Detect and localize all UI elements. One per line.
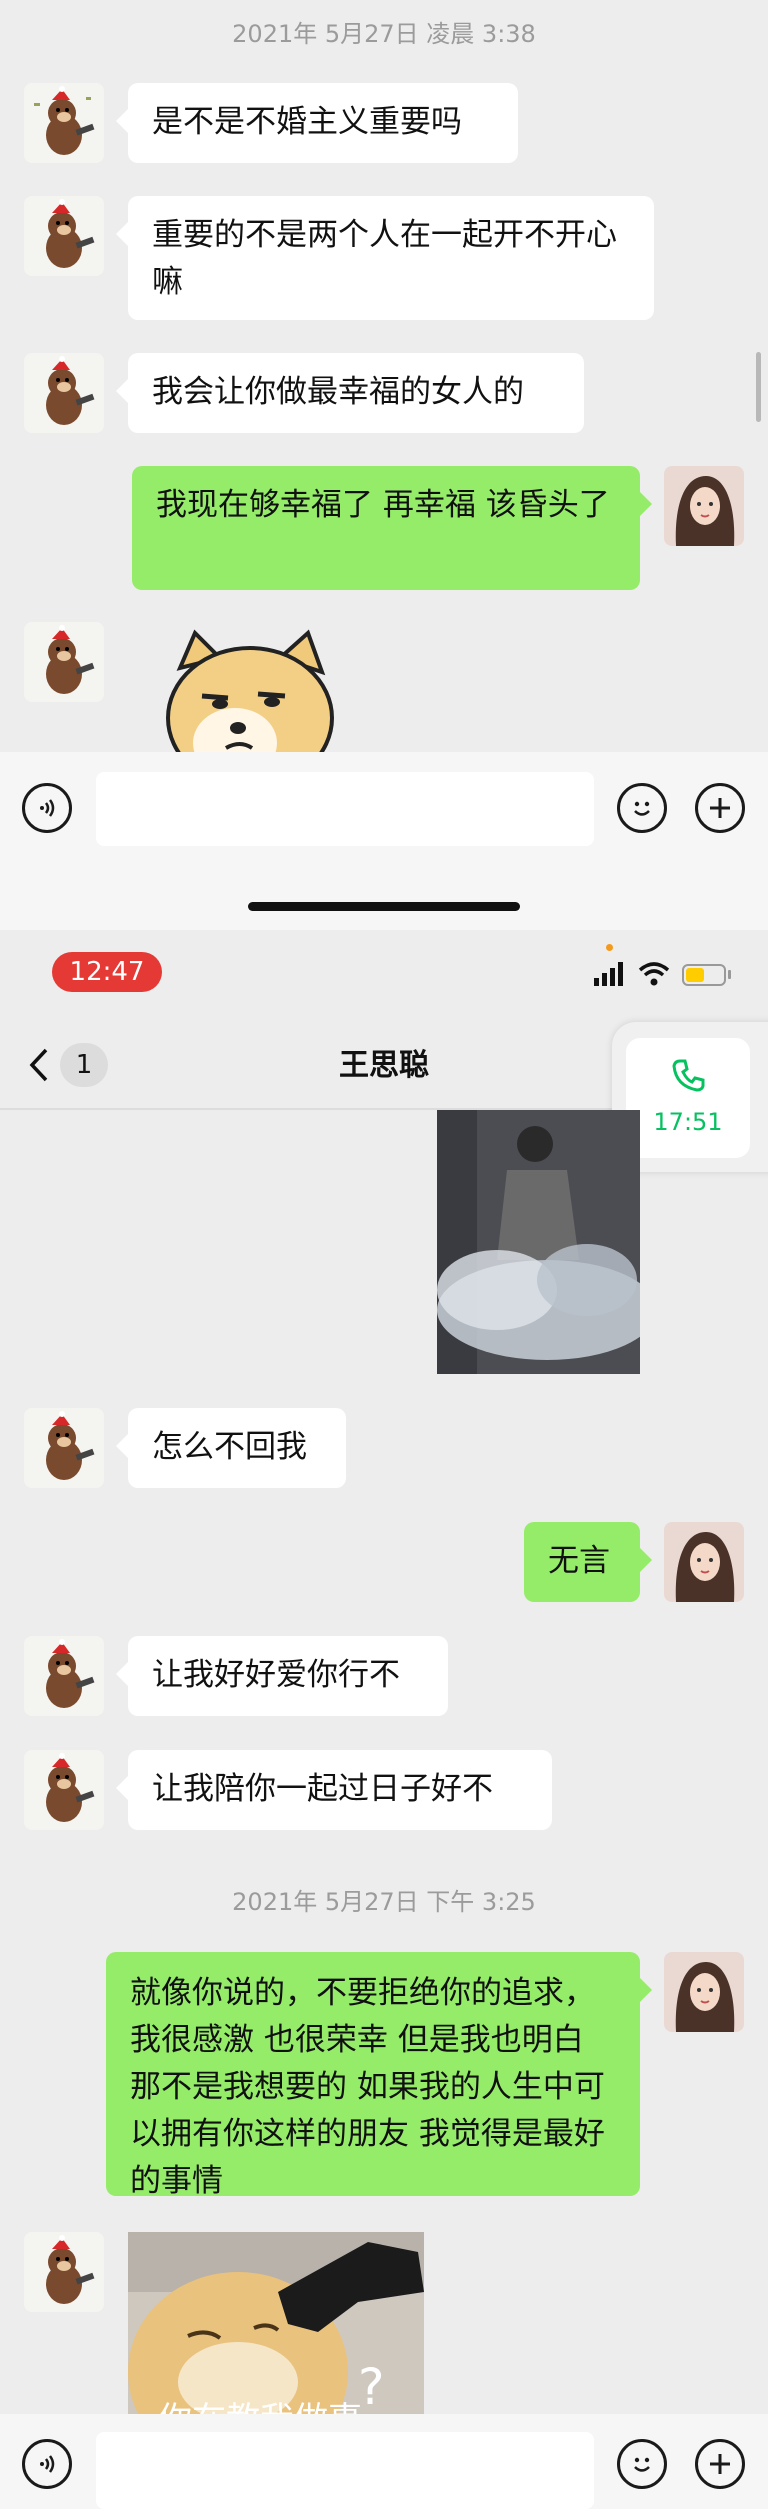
contact-avatar[interactable]: [24, 196, 104, 276]
call-duration: 17:51: [653, 1108, 723, 1136]
contact-avatar[interactable]: [24, 1750, 104, 1830]
message-input[interactable]: [96, 772, 594, 846]
more-button[interactable]: [695, 783, 745, 833]
user-avatar[interactable]: [664, 1522, 744, 1602]
girl-avatar-icon: [664, 1952, 744, 2032]
battery-icon: [682, 964, 726, 986]
timestamp: 2021年 5月27日 下午 3:25: [232, 1888, 536, 1916]
message-bubble-outgoing[interactable]: 就像你说的，不要拒绝你的追求，我很感激 也很荣幸 但是我也明白 那不是我想要的 …: [106, 1952, 652, 2199]
voice-icon: [40, 2455, 55, 2473]
plus-icon: [710, 2454, 730, 2474]
sticker-caption: 你在教我做事: [158, 2392, 362, 2414]
plus-icon: [710, 798, 730, 818]
voice-icon: [40, 799, 55, 817]
contact-avatar[interactable]: [24, 353, 104, 433]
bear-avatar-icon: [24, 196, 104, 276]
input-bar: [0, 752, 768, 930]
home-indicator: [248, 902, 520, 911]
cat-with-gun-icon: ?: [128, 2232, 424, 2414]
message-bubble-outgoing[interactable]: 我现在够幸福了 再幸福 该昏头了: [132, 466, 652, 590]
contact-avatar[interactable]: [24, 83, 104, 163]
contact-avatar[interactable]: [24, 1636, 104, 1716]
smile-icon: [634, 801, 650, 816]
emoji-button[interactable]: [617, 2439, 667, 2489]
bear-avatar-icon: [24, 83, 104, 163]
input-bar: [0, 2414, 768, 2509]
video-message[interactable]: [437, 1110, 640, 1374]
back-chevron-icon[interactable]: [26, 1047, 50, 1083]
bear-avatar-icon: [24, 1750, 104, 1830]
contact-avatar[interactable]: [24, 2232, 104, 2312]
bear-avatar-icon: [24, 2232, 104, 2312]
status-time: 12:47: [52, 952, 162, 992]
scrollbar[interactable]: [756, 352, 761, 422]
bear-avatar-icon: [24, 622, 104, 702]
signal-icon: [594, 962, 623, 986]
girl-avatar-icon: [664, 1522, 744, 1602]
video-thumbnail-icon: [437, 1110, 640, 1374]
contact-avatar[interactable]: [24, 622, 104, 702]
unread-badge[interactable]: 1: [60, 1043, 108, 1087]
user-avatar[interactable]: [664, 1952, 744, 2032]
bear-avatar-icon: [24, 1408, 104, 1488]
user-avatar[interactable]: [664, 466, 744, 546]
girl-avatar-icon: [664, 466, 744, 546]
phone-icon: [672, 1059, 705, 1092]
message-bubble-outgoing[interactable]: 无言: [524, 1522, 652, 1602]
message-bubble-incoming[interactable]: 怎么不回我: [116, 1408, 346, 1488]
cat-meme-sticker[interactable]: ? 你在教我做事: [128, 2232, 424, 2414]
contact-avatar[interactable]: [24, 1408, 104, 1488]
bear-avatar-icon: [24, 1636, 104, 1716]
more-button[interactable]: [695, 2439, 745, 2489]
voice-button[interactable]: [22, 2439, 72, 2489]
smile-icon: [634, 2457, 650, 2472]
shiba-dog-icon: [166, 629, 334, 752]
message-bubble-incoming[interactable]: 重要的不是两个人在一起开不开心嘛: [116, 196, 654, 320]
emoji-button[interactable]: [617, 783, 667, 833]
message-bubble-incoming[interactable]: 是不是不婚主义重要吗: [116, 83, 518, 163]
voice-button[interactable]: [22, 783, 72, 833]
chat-title: 王思聪: [339, 1048, 429, 1083]
bear-avatar-icon: [24, 353, 104, 433]
message-input[interactable]: [96, 2432, 594, 2509]
timestamp: 2021年 5月27日 凌晨 3:38: [232, 20, 536, 48]
message-bubble-incoming[interactable]: 我会让你做最幸福的女人的: [116, 353, 584, 433]
privacy-dot: [606, 944, 613, 951]
message-bubble-incoming[interactable]: 让我好好爱你行不: [116, 1636, 448, 1716]
shiba-sticker[interactable]: [140, 628, 360, 752]
message-bubble-incoming[interactable]: 让我陪你一起过日子好不: [116, 1750, 552, 1830]
wifi-icon: [638, 962, 670, 986]
